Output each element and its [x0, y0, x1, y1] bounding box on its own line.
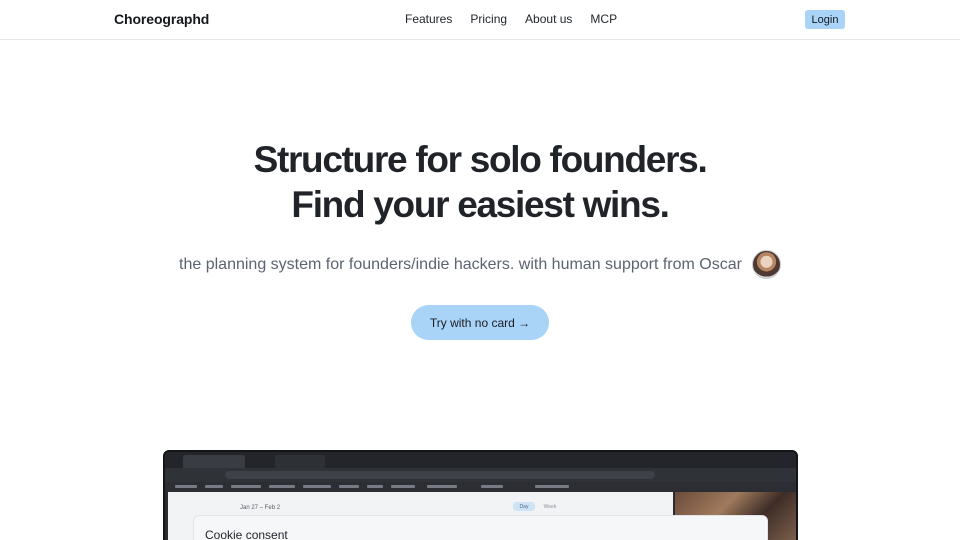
browser-tab [275, 455, 325, 468]
cookie-consent-title: Cookie consent [205, 528, 288, 540]
bookmark-item [391, 485, 415, 488]
brand-logo[interactable]: Choreographd [114, 11, 209, 27]
browser-tab-bar [165, 452, 796, 468]
bookmark-item [367, 485, 383, 488]
bookmark-item [231, 485, 261, 488]
browser-address-bar [165, 468, 796, 482]
hero-subtitle-row: the planning system for founders/indie h… [0, 250, 960, 279]
week-range-label: Jan 27 – Feb 2 [240, 505, 281, 511]
hero-subtitle: the planning system for founders/indie h… [179, 255, 742, 273]
bookmark-item [175, 485, 197, 488]
top-nav: Choreographd Features Pricing About us M… [0, 0, 960, 40]
nav-link-pricing[interactable]: Pricing [470, 12, 507, 26]
founder-avatar [751, 250, 781, 279]
bookmark-item [427, 485, 457, 488]
view-chip-day: Day [513, 502, 535, 511]
bookmark-item [481, 485, 503, 488]
nav-link-about[interactable]: About us [525, 12, 572, 26]
bookmark-item [205, 485, 223, 488]
bookmark-item [535, 485, 569, 488]
nav-link-features[interactable]: Features [405, 12, 452, 26]
nav-link-mcp[interactable]: MCP [590, 12, 617, 26]
login-button[interactable]: Login [805, 10, 845, 29]
bookmark-item [303, 485, 331, 488]
browser-bookmarks-bar [165, 482, 796, 491]
try-free-button[interactable]: Try with no card → [411, 305, 549, 340]
hero-title: Structure for solo founders. Find your e… [0, 137, 960, 227]
browser-url-field [225, 471, 655, 479]
nav-links: Features Pricing About us MCP [405, 12, 617, 26]
hero-title-line2: Find your easiest wins. [291, 184, 670, 225]
bookmark-item [339, 485, 359, 488]
hero-title-line1: Structure for solo founders. [253, 139, 708, 180]
bookmark-item [269, 485, 295, 488]
cookie-consent-banner: Cookie consent [193, 515, 768, 540]
browser-tab [183, 455, 245, 468]
view-chip-week: Week [543, 503, 557, 510]
